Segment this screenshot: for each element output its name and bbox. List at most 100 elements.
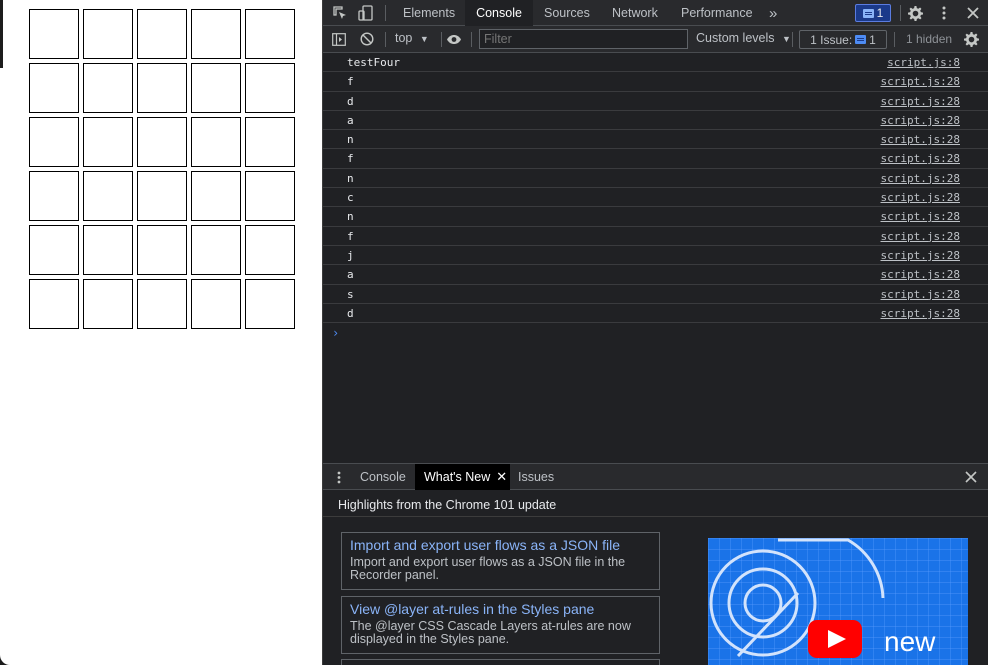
whats-new-card[interactable]: Import and export user flows as a JSON f… bbox=[341, 532, 660, 590]
issues-badge-count: 1 bbox=[876, 6, 884, 20]
drawer-tab-whats-new[interactable]: What's New ✕ bbox=[415, 464, 510, 490]
close-icon[interactable] bbox=[963, 469, 979, 485]
grid-cell bbox=[191, 225, 241, 275]
eye-icon[interactable] bbox=[445, 31, 463, 47]
grid-cell bbox=[245, 63, 295, 113]
console-message-row: d script.js:28 bbox=[323, 304, 988, 324]
toolbar-separator bbox=[471, 32, 472, 47]
tab-performance[interactable]: Performance bbox=[681, 0, 753, 26]
source-link[interactable]: script.js:28 bbox=[881, 288, 960, 301]
console-message-text: s bbox=[347, 287, 354, 301]
console-message-text: a bbox=[347, 113, 354, 127]
divider bbox=[323, 516, 988, 517]
console-message-text: a bbox=[347, 268, 354, 282]
grid-cell bbox=[83, 279, 133, 329]
tab-elements[interactable]: Elements bbox=[403, 0, 455, 26]
source-link[interactable]: script.js:28 bbox=[881, 133, 960, 146]
grid-cell bbox=[83, 63, 133, 113]
grid-cell bbox=[245, 9, 295, 59]
close-icon[interactable] bbox=[964, 4, 982, 22]
drawer-menu-icon[interactable] bbox=[333, 469, 345, 485]
console-message-text: n bbox=[347, 210, 354, 224]
grid-cell bbox=[137, 63, 187, 113]
console-message-row: testFour script.js:8 bbox=[323, 53, 988, 73]
grid-cell bbox=[137, 279, 187, 329]
grid-cell bbox=[29, 117, 79, 167]
window-edge bbox=[0, 0, 3, 68]
grid-cell bbox=[191, 9, 241, 59]
source-link[interactable]: script.js:28 bbox=[881, 172, 960, 185]
hidden-count: 1 hidden bbox=[906, 32, 953, 46]
console-message-row: f script.js:28 bbox=[323, 149, 988, 169]
source-link[interactable]: script.js:28 bbox=[881, 307, 960, 320]
grid-cell bbox=[137, 171, 187, 221]
gear-icon[interactable] bbox=[962, 30, 980, 48]
grid-cell bbox=[245, 279, 295, 329]
gear-icon[interactable] bbox=[906, 4, 924, 22]
clear-console-icon[interactable] bbox=[359, 31, 375, 47]
grid-cell bbox=[29, 171, 79, 221]
drawer-tabbar: Console What's New ✕ Issues bbox=[323, 463, 988, 490]
inspect-element-icon[interactable] bbox=[332, 5, 348, 21]
console-message-text: testFour bbox=[347, 56, 400, 69]
source-link[interactable]: script.js:28 bbox=[881, 210, 960, 223]
card-title[interactable]: View @layer at-rules in the Styles pane bbox=[350, 601, 651, 618]
tab-network[interactable]: Network bbox=[612, 0, 658, 26]
levels-label: Custom levels bbox=[696, 31, 775, 45]
dropdown-arrow-icon: ▼ bbox=[419, 34, 429, 44]
source-link[interactable]: script.js:28 bbox=[881, 152, 960, 165]
source-link[interactable]: script.js:8 bbox=[887, 56, 960, 69]
issues-counter-button[interactable]: 1 Issue: 1 bbox=[799, 30, 887, 49]
card-title[interactable]: Import and export user flows as a JSON f… bbox=[350, 537, 651, 554]
whats-new-card[interactable]: View @layer at-rules in the Styles pane … bbox=[341, 596, 660, 654]
grid-cell bbox=[137, 117, 187, 167]
source-link[interactable]: script.js:28 bbox=[881, 95, 960, 108]
issues-badge-button[interactable]: 1 bbox=[855, 4, 891, 22]
console-prompt[interactable]: › bbox=[332, 326, 339, 340]
console-message-text: n bbox=[347, 133, 354, 147]
tab-sources[interactable]: Sources bbox=[544, 0, 590, 26]
grid-cell bbox=[29, 225, 79, 275]
drawer-tab-issues[interactable]: Issues bbox=[518, 464, 554, 490]
tab-console[interactable]: Console bbox=[465, 0, 533, 26]
devtools-tabbar: Elements Console Sources Network Perform… bbox=[323, 0, 988, 26]
grid-cell bbox=[245, 117, 295, 167]
issues-count: 1 bbox=[869, 32, 876, 47]
grid-cell bbox=[191, 117, 241, 167]
device-toolbar-icon[interactable] bbox=[357, 4, 375, 22]
source-link[interactable]: script.js:28 bbox=[881, 268, 960, 281]
close-icon[interactable]: ✕ bbox=[496, 469, 507, 485]
source-link[interactable]: script.js:28 bbox=[881, 114, 960, 127]
issues-label: 1 Issue: bbox=[810, 32, 853, 47]
source-link[interactable]: script.js:28 bbox=[881, 191, 960, 204]
grid-cell bbox=[83, 225, 133, 275]
console-message-row: a script.js:28 bbox=[323, 111, 988, 131]
card-description: The @layer CSS Cascade Layers at-rules a… bbox=[350, 619, 631, 646]
console-message-text: d bbox=[347, 306, 354, 320]
console-message-text: f bbox=[347, 75, 354, 89]
toolbar-separator bbox=[894, 32, 895, 47]
grid-cell bbox=[191, 171, 241, 221]
source-link[interactable]: script.js:28 bbox=[881, 249, 960, 262]
promo-video-thumbnail[interactable]: new bbox=[708, 538, 968, 665]
drawer-tab-console[interactable]: Console bbox=[360, 464, 406, 490]
console-log: testFour script.js:8 f script.js:28 d script.… bbox=[323, 53, 988, 324]
context-selector[interactable]: top ▼ bbox=[395, 31, 429, 45]
sidebar-toggle-icon[interactable] bbox=[331, 31, 347, 47]
console-message-row: n script.js:28 bbox=[323, 207, 988, 227]
grid-cell bbox=[29, 9, 79, 59]
console-message-text: c bbox=[347, 191, 354, 205]
page-viewport bbox=[0, 0, 322, 665]
source-link[interactable]: script.js:28 bbox=[881, 75, 960, 88]
source-link[interactable]: script.js:28 bbox=[881, 230, 960, 243]
toolbar-separator bbox=[441, 32, 442, 47]
whats-new-card[interactable] bbox=[341, 659, 660, 665]
grid-cell bbox=[29, 279, 79, 329]
console-message-text: f bbox=[347, 229, 354, 243]
promo-text: new bbox=[884, 626, 936, 657]
kebab-menu-icon[interactable] bbox=[935, 4, 953, 22]
console-message-text: n bbox=[347, 171, 354, 185]
log-levels-dropdown[interactable]: Custom levels ▼ bbox=[696, 31, 791, 45]
filter-input[interactable] bbox=[479, 29, 688, 49]
more-tabs-button[interactable]: » bbox=[769, 0, 777, 26]
